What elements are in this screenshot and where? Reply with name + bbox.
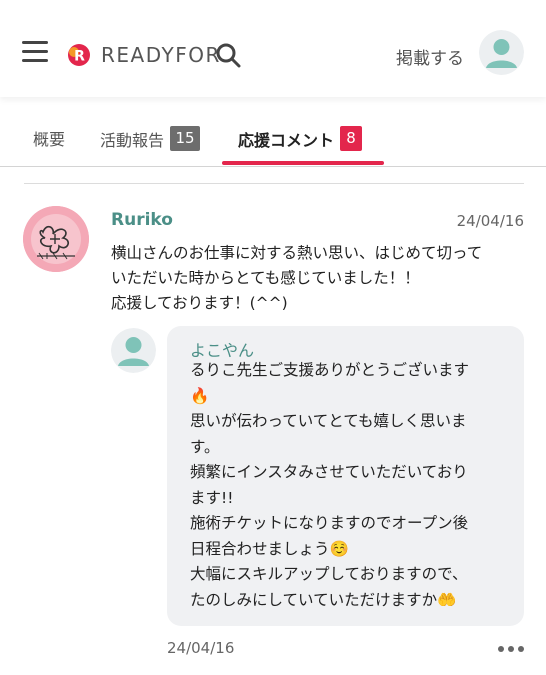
tab-bar: 概要 活動報告 15 応援コメント 8 <box>0 97 546 167</box>
active-tab-indicator <box>222 161 384 165</box>
comments-count-badge: 8 <box>340 126 363 151</box>
reply-author-avatar[interactable] <box>111 328 156 373</box>
svg-text:R: R <box>74 49 85 65</box>
divider <box>24 183 524 184</box>
tab-comments-label: 応援コメント <box>238 130 335 150</box>
search-icon[interactable] <box>215 42 241 68</box>
tab-activity-label: 活動報告 <box>100 130 165 150</box>
tab-overview[interactable]: 概要 <box>33 126 65 150</box>
comment-text: 横山さんのお仕事に対する熱い思い、はじめて切って いただいた時からとても感じてい… <box>111 244 483 312</box>
tab-overview-label: 概要 <box>33 130 66 149</box>
user-avatar-icon[interactable] <box>479 30 524 75</box>
more-options-icon[interactable] <box>498 646 524 652</box>
readyfor-logo-mark[interactable]: R <box>67 43 91 67</box>
post-project-link[interactable]: 掲載する <box>396 44 464 69</box>
activity-count-badge: 15 <box>170 126 201 151</box>
reply-date: 24/04/16 <box>167 639 235 657</box>
reply-text: るりこ先生ご支援ありがとうございます 🔥 思いが伝わっていてとても嬉しく思いま … <box>190 361 470 609</box>
commenter-name[interactable]: Ruriko <box>111 210 173 230</box>
commenter-avatar[interactable] <box>23 206 89 272</box>
tab-activity-reports[interactable]: 活動報告 15 <box>100 126 201 151</box>
tab-support-comments[interactable]: 応援コメント 8 <box>238 126 363 151</box>
logo-text[interactable]: READYFOR <box>101 43 221 67</box>
menu-icon[interactable] <box>22 41 48 63</box>
comment-date: 24/04/16 <box>456 212 524 230</box>
app-header: R READYFOR 掲載する <box>0 0 546 97</box>
